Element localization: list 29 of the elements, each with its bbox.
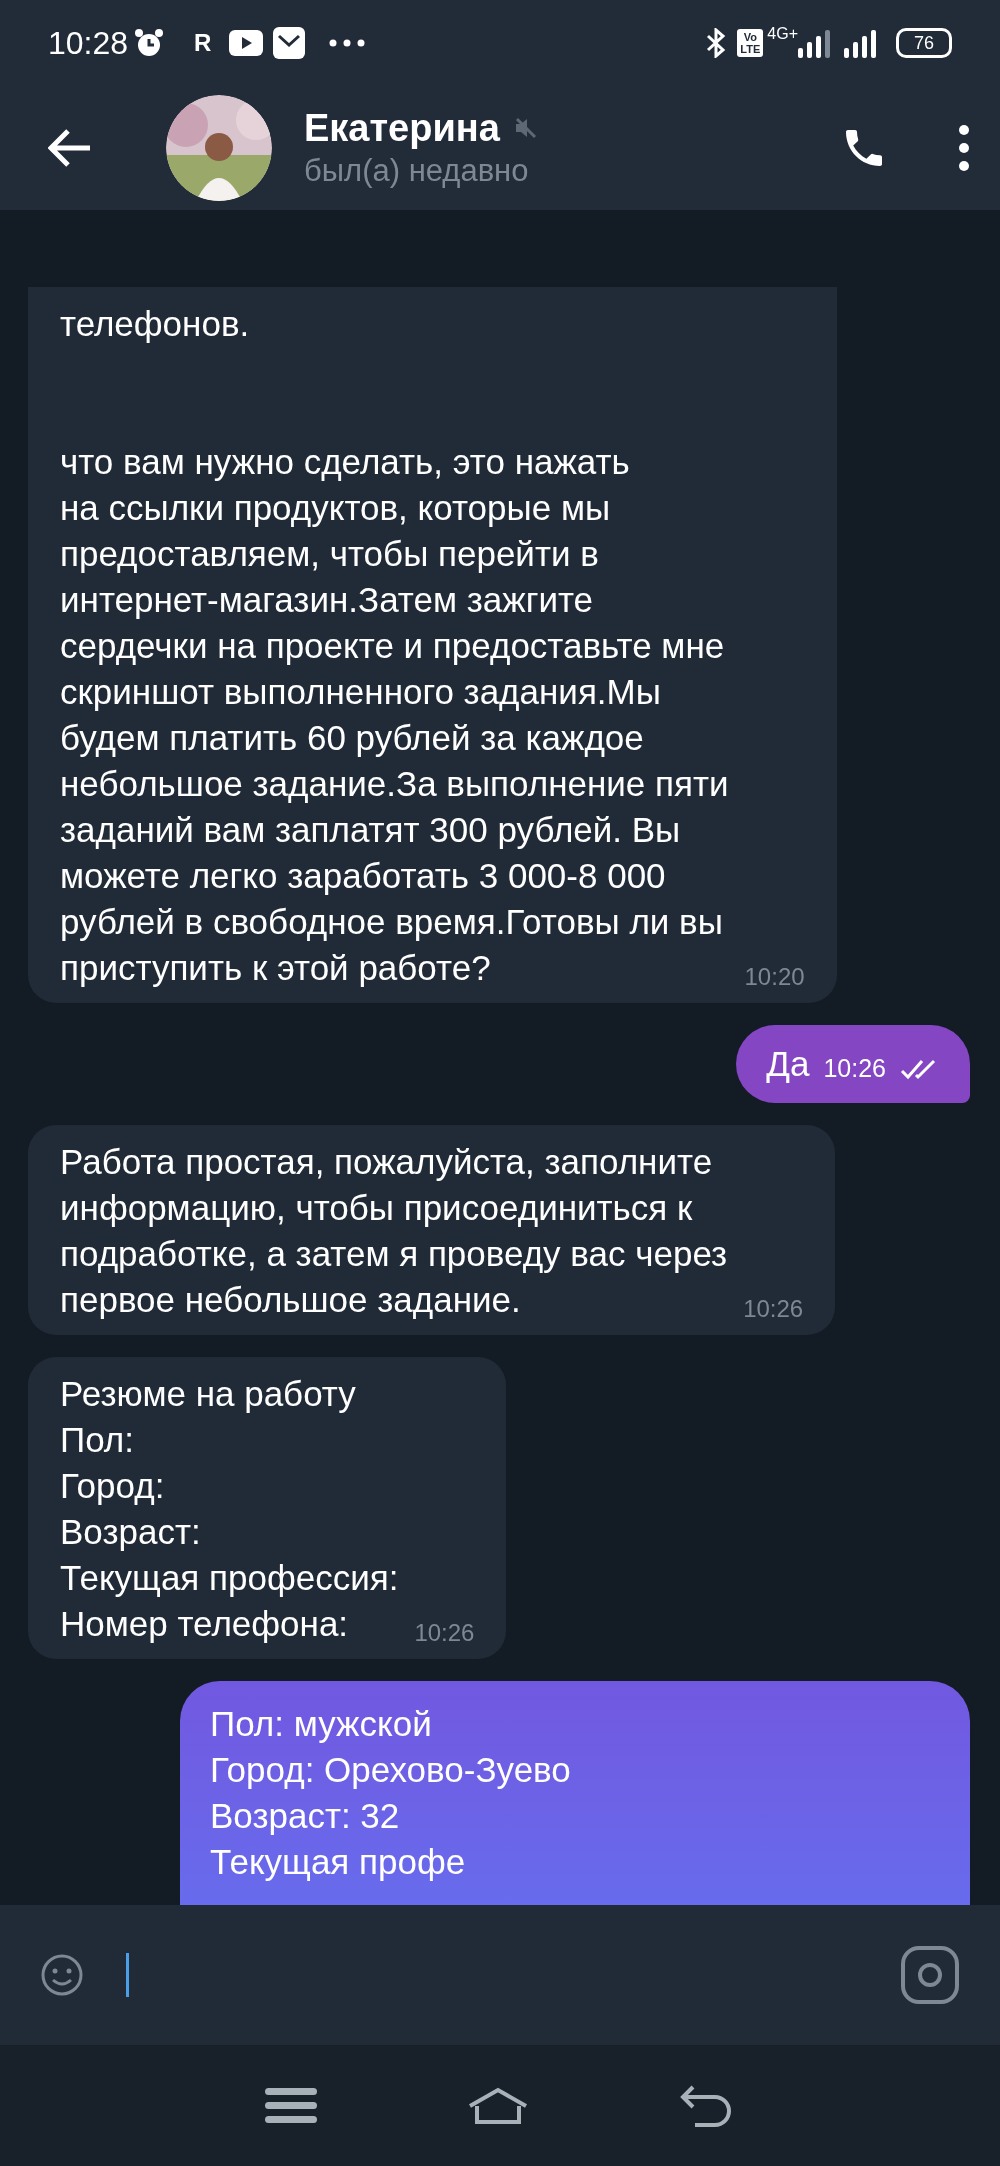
mail-icon — [273, 27, 306, 59]
clock: 10:28 — [48, 24, 129, 63]
home-icon[interactable] — [467, 2085, 529, 2126]
play-icon — [229, 30, 264, 56]
contact-name: Екатерина — [304, 106, 500, 151]
camera-icon[interactable] — [900, 1945, 960, 2005]
emoji-icon[interactable] — [40, 1953, 84, 1997]
battery-indicator: 76 — [896, 28, 952, 58]
message-time: 10:20 — [744, 962, 805, 992]
network-type: 4G+ — [767, 24, 798, 44]
bluetooth-icon — [705, 28, 728, 58]
message-time: 10:26 — [743, 1294, 804, 1324]
last-seen-status: был(а) недавно — [304, 152, 530, 190]
message-time: 10:26 — [823, 1052, 886, 1084]
notification-letter: R — [194, 28, 212, 58]
volte-badge: Vo LTE — [737, 29, 764, 57]
message-text: Пол: мужской Город: Орехово-Зуево Возраст: 32 Текущая профе — [210, 1704, 571, 1881]
message-text: Работа простая, пожалуйста, заполните информацию, чтобы присоединиться к подработке, а затем я проведу вас через первое небольшое задание. — [60, 1141, 728, 1321]
alarm-icon — [134, 28, 165, 58]
message-text: телефонов. что вам нужно сделать, это нажать на ссылки продуктов, которые мы предоставляем, чтобы перейти в интернет-магазин.Затем зажгите сердечки на проекте и предоставьте мне скриншот выполненного задания.Мы будем платить 60 рублей за каждое небольшое задание.За выполнение пяти заданий вам заплатят 300 рублей. Вы можете легко заработать 3 000-8 000 рублей в свободное время.Готовы ли вы приступить к этой работе? — [60, 303, 729, 989]
message-text: Резюме на работу Пол: Город: Возраст: Текущая профессия: Номер телефона: — [60, 1373, 399, 1645]
more-menu-icon[interactable] — [958, 124, 970, 172]
menu-icon[interactable] — [265, 2085, 317, 2126]
signal-icon — [844, 28, 878, 58]
back-arrow-icon[interactable] — [48, 128, 92, 168]
message-time: 10:26 — [414, 1618, 475, 1648]
message-text: Да — [766, 1043, 810, 1085]
signal-icon — [798, 28, 832, 58]
more-icon — [329, 39, 366, 47]
